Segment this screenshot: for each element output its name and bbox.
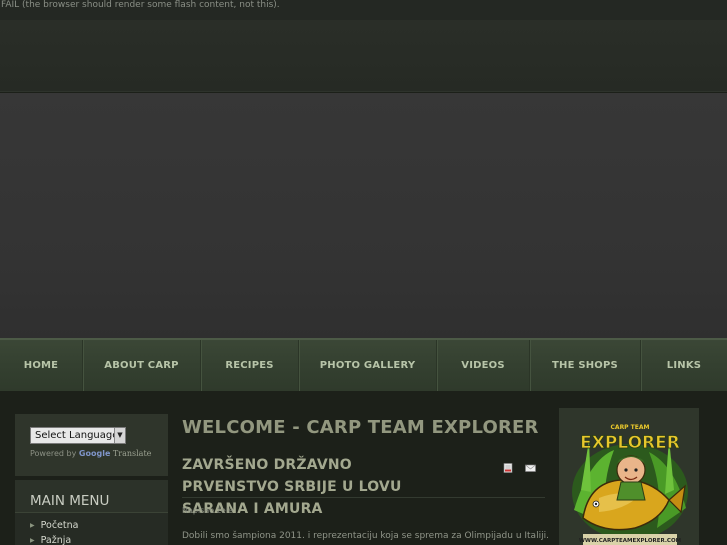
dropdown-arrow-icon: ▼ xyxy=(114,428,125,443)
powered-by-label: Powered by xyxy=(30,449,77,458)
flash-fallback-message: FAIL (the browser should render some fla… xyxy=(0,0,727,20)
bullet-icon: ▶ xyxy=(30,522,35,529)
pdf-icon[interactable] xyxy=(503,458,513,473)
nav-photo-gallery[interactable]: PHOTO GALLERY xyxy=(299,340,437,391)
header-area xyxy=(0,20,727,92)
logo-bottom-text: WWW.CARPTEAMEXPLORER.COM xyxy=(579,538,681,544)
title-divider xyxy=(182,497,545,498)
nav-the-shops[interactable]: THE SHOPS xyxy=(530,340,641,391)
nav-home[interactable]: HOME xyxy=(0,340,83,391)
page-title: WELCOME - CARP TEAM EXPLORER xyxy=(182,417,539,438)
menu-item-pocetna[interactable]: ▶ Početna xyxy=(30,520,78,531)
main-content: WELCOME - CARP TEAM EXPLORER ZAVRŠENO DR… xyxy=(175,405,550,545)
nav-about-carp[interactable]: ABOUT CARP xyxy=(83,340,201,391)
nav-links[interactable]: LINKS xyxy=(641,340,727,391)
bullet-icon: ▶ xyxy=(30,537,35,544)
translate-link[interactable]: Translate xyxy=(113,449,151,458)
language-select-label: Select Language xyxy=(35,430,119,441)
article-body: Dobili smo šampiona 2011. i reprezentaci… xyxy=(182,531,549,541)
nav-recipes[interactable]: RECIPES xyxy=(201,340,299,391)
article-author: Napisao žele xyxy=(182,506,233,515)
left-sidebar: Select Language ▼ Powered by Google Tran… xyxy=(15,414,168,545)
logo-name: EXPLORER xyxy=(580,433,680,453)
language-select[interactable]: Select Language ▼ xyxy=(30,427,126,444)
menu-item-paznja[interactable]: ▶ Pažnja xyxy=(30,535,71,545)
right-sidebar: CARP TEAM EXPLORER WWW.CARPTEAMEXPLORER.… xyxy=(559,408,699,545)
carp-team-explorer-logo[interactable]: CARP TEAM EXPLORER WWW.CARPTEAMEXPLORER.… xyxy=(569,420,691,545)
nav-videos[interactable]: VIDEOS xyxy=(437,340,530,391)
main-menu-list: ▶ Početna ▶ Pažnja xyxy=(15,512,168,545)
flash-banner xyxy=(0,93,727,338)
menu-item-label: Početna xyxy=(40,520,79,531)
email-icon[interactable] xyxy=(525,458,536,472)
translate-widget: Select Language ▼ Powered by Google Tran… xyxy=(15,414,168,476)
google-logo[interactable]: Google xyxy=(79,449,110,458)
powered-by-google: Powered by Google Translate xyxy=(30,449,151,458)
menu-item-label: Pažnja xyxy=(40,535,72,545)
logo-top-text: CARP TEAM xyxy=(611,424,650,431)
main-navigation: HOME ABOUT CARP RECIPES PHOTO GALLERY VI… xyxy=(0,338,727,391)
